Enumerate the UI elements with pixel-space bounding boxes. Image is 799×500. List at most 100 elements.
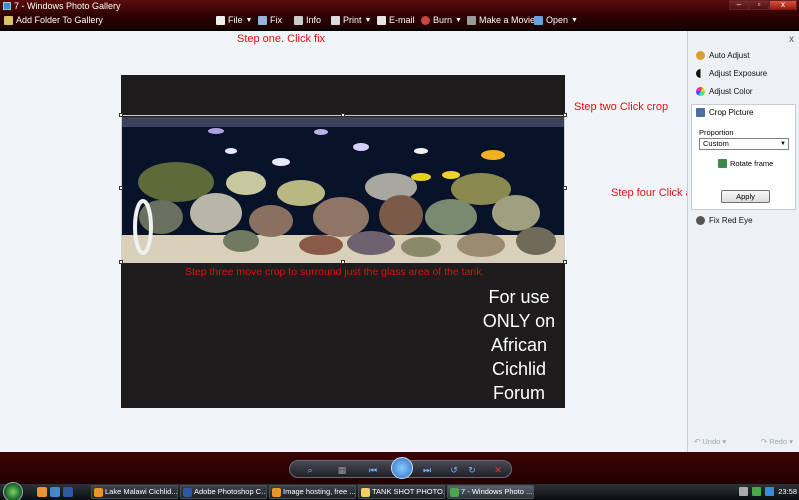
- email-label: E-mail: [389, 15, 415, 25]
- next-icon[interactable]: ⏭: [421, 464, 433, 476]
- chevron-down-icon: ▼: [571, 16, 578, 24]
- tray-icon[interactable]: [739, 487, 749, 496]
- previous-icon[interactable]: ⏮: [367, 464, 379, 476]
- proportion-label: Proportion: [699, 128, 734, 137]
- watermark-line: Forum: [492, 383, 545, 403]
- open-icon: [534, 15, 543, 25]
- photo: Step three move crop to surround just th…: [119, 75, 567, 408]
- actual-size-icon[interactable]: ▦: [336, 464, 348, 476]
- make-movie-button[interactable]: Make a Movie: [467, 15, 535, 25]
- delete-icon[interactable]: ✕: [492, 464, 504, 476]
- chevron-down-icon: ▼: [364, 16, 372, 24]
- navigation-controls-bar: ⌕ ▦ ⏮ ⏭ ↺ ↻ ✕: [0, 452, 799, 484]
- apply-button[interactable]: Apply: [721, 190, 770, 203]
- crop-handle-top-right[interactable]: [563, 113, 567, 117]
- quick-launch-photoshop-icon[interactable]: [63, 487, 73, 497]
- step-three-annotation: Step three move crop to surround just th…: [185, 266, 485, 278]
- minimize-button[interactable]: –: [729, 0, 749, 10]
- chevron-down-icon: ▼: [780, 141, 786, 147]
- info-button[interactable]: Info: [294, 15, 321, 25]
- add-folder-button[interactable]: Add Folder To Gallery: [4, 15, 103, 25]
- info-icon: [294, 15, 303, 25]
- network-icon[interactable]: [752, 487, 762, 496]
- exposure-icon: [696, 69, 705, 78]
- wand-icon: [696, 51, 705, 60]
- maximize-button[interactable]: ▫: [749, 0, 769, 10]
- proportion-select[interactable]: Custom ▼: [699, 138, 789, 150]
- adjust-exposure-label: Adjust Exposure: [709, 69, 768, 78]
- taskbar-item[interactable]: Adobe Photoshop C...: [180, 485, 267, 499]
- crop-icon: [696, 108, 705, 117]
- navigation-pill: ⌕ ▦ ⏮ ⏭ ↺ ↻ ✕: [289, 457, 512, 479]
- fix-label: Fix: [270, 15, 282, 25]
- print-label: Print: [343, 15, 362, 25]
- crop-picture-header[interactable]: Crop Picture: [696, 108, 753, 117]
- crop-handle-bottom[interactable]: [341, 260, 345, 264]
- burn-menu[interactable]: Burn ▼: [421, 15, 462, 25]
- slideshow-button[interactable]: [391, 457, 413, 479]
- window-controls: – ▫ x: [729, 0, 797, 11]
- watermark-line: Cichlid: [491, 359, 547, 379]
- proportion-value: Custom: [703, 139, 729, 148]
- watermark-text: For use ONLY on African Cichlid Forum: [479, 285, 559, 405]
- film-icon: [467, 15, 476, 25]
- watermark-line: African: [490, 335, 548, 355]
- redo-button[interactable]: ↷ Redo ▾: [761, 437, 793, 446]
- step-one-annotation: Step one. Click fix: [237, 33, 326, 45]
- step-two-annotation: Step two Click crop: [574, 101, 669, 113]
- chevron-down-icon: ▼: [455, 16, 462, 24]
- make-movie-label: Make a Movie: [479, 15, 536, 25]
- taskbar-item[interactable]: Lake Malawi Cichlid...: [91, 485, 178, 499]
- close-pane-button[interactable]: x: [789, 34, 794, 45]
- folder-icon: [4, 15, 13, 25]
- start-button[interactable]: [3, 482, 23, 500]
- watermark-line: For use: [488, 287, 550, 307]
- close-window-button[interactable]: x: [769, 0, 797, 10]
- auto-adjust-button[interactable]: Auto Adjust: [696, 51, 749, 60]
- crop-handle-bottom-right[interactable]: [563, 260, 567, 264]
- quick-launch-ie-icon[interactable]: [50, 487, 60, 497]
- open-menu[interactable]: Open ▼: [534, 15, 578, 25]
- color-wheel-icon: [696, 87, 705, 96]
- fix-pane: x Auto Adjust Adjust Exposure Adjust Col…: [687, 31, 799, 452]
- crop-handle-left[interactable]: [119, 186, 123, 190]
- photo-gallery-app-icon[interactable]: [3, 2, 11, 10]
- taskbar-item[interactable]: Image hosting, free ...: [269, 485, 356, 499]
- crop-handle-top-left[interactable]: [119, 113, 123, 117]
- fix-red-eye-label: Fix Red Eye: [709, 216, 753, 225]
- rotate-counterclockwise-icon[interactable]: ↺: [448, 464, 460, 476]
- taskbar-item-label: TANK SHOT PHOTO...: [372, 487, 445, 496]
- zoom-icon[interactable]: ⌕: [304, 464, 316, 476]
- info-label: Info: [306, 15, 322, 25]
- window-title: 7 - Windows Photo Gallery: [14, 1, 121, 11]
- add-folder-label: Add Folder To Gallery: [16, 15, 103, 25]
- clock[interactable]: 23:58: [778, 487, 797, 496]
- taskbar-item-label: 7 - Windows Photo ...: [461, 487, 533, 496]
- firefox-icon: [94, 488, 103, 497]
- crop-handle-bottom-left[interactable]: [119, 260, 123, 264]
- fix-button[interactable]: Fix: [258, 15, 282, 25]
- adjust-exposure-button[interactable]: Adjust Exposure: [696, 69, 767, 78]
- crop-handle-top[interactable]: [341, 113, 345, 117]
- main-toolbar: Add Folder To Gallery File ▼ Fix Info Pr…: [0, 12, 799, 30]
- quick-launch-firefox-icon[interactable]: [37, 487, 47, 497]
- email-icon: [377, 15, 386, 25]
- taskbar-item[interactable]: TANK SHOT PHOTO...: [358, 485, 445, 499]
- print-menu[interactable]: Print ▼: [331, 15, 371, 25]
- undo-button[interactable]: ↶ Undo ▾: [694, 437, 726, 446]
- eye-icon: [696, 216, 705, 225]
- adjust-color-button[interactable]: Adjust Color: [696, 87, 753, 96]
- rotate-frame-button[interactable]: Rotate frame: [718, 159, 773, 168]
- crop-selection-frame[interactable]: [121, 115, 565, 262]
- email-button[interactable]: E-mail: [377, 15, 415, 25]
- file-menu[interactable]: File ▼: [216, 15, 252, 25]
- fix-red-eye-button[interactable]: Fix Red Eye: [696, 216, 753, 225]
- taskbar-item[interactable]: 7 - Windows Photo ...: [447, 485, 534, 499]
- undo-label: Undo: [702, 437, 721, 446]
- crop-handle-right[interactable]: [563, 186, 567, 190]
- title-bar: 7 - Windows Photo Gallery – ▫ x: [0, 0, 799, 12]
- volume-icon[interactable]: [765, 487, 775, 496]
- redo-label: Redo: [769, 437, 788, 446]
- rotate-clockwise-icon[interactable]: ↻: [466, 464, 478, 476]
- chevron-down-icon: ▼: [245, 16, 253, 24]
